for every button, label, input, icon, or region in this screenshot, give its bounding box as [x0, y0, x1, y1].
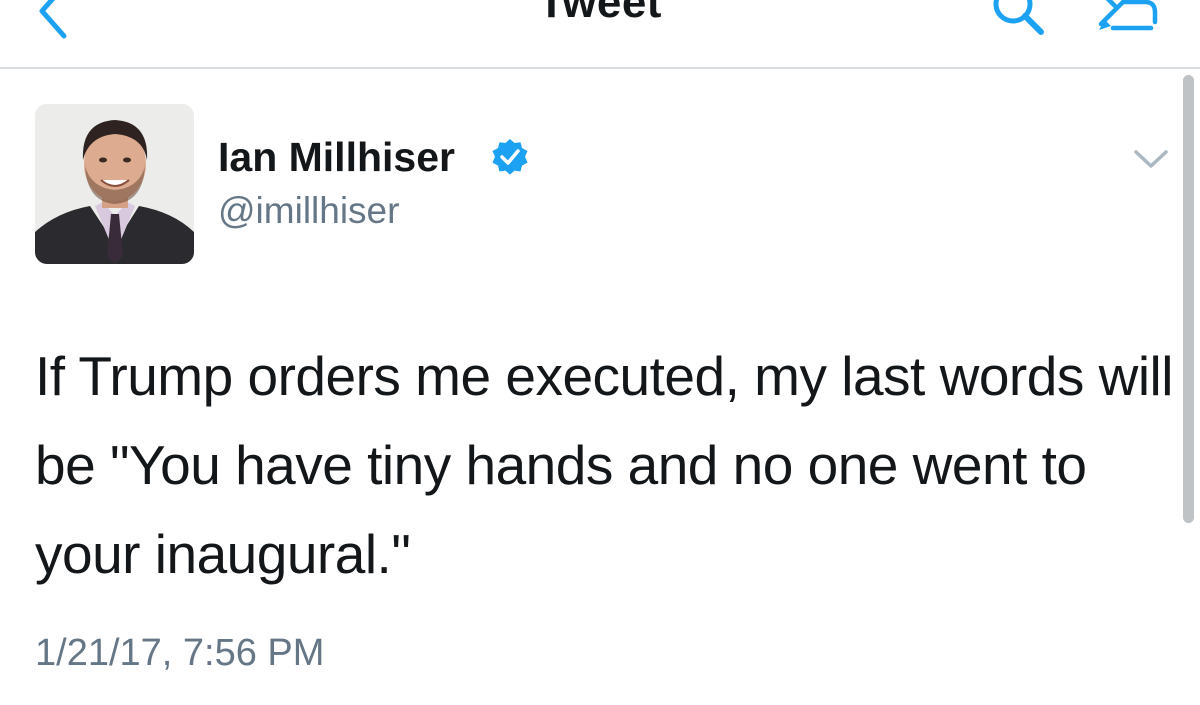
display-name[interactable]: Ian Millhiser: [218, 134, 455, 181]
chevron-down-icon: [1134, 150, 1168, 168]
search-button[interactable]: [985, 0, 1055, 42]
profile-photo: [35, 104, 194, 264]
tweet-text: If Trump orders me executed, my last wor…: [35, 345, 1173, 585]
avatar[interactable]: [35, 104, 194, 264]
tweet-timestamp: 1/21/17, 7:56 PM: [35, 632, 325, 674]
scrollbar[interactable]: [1183, 75, 1194, 523]
compose-icon: [1098, 0, 1158, 31]
tweet-options-button[interactable]: [1130, 142, 1172, 176]
compose-button[interactable]: [1085, 0, 1165, 42]
user-handle[interactable]: @imillhiser: [218, 190, 399, 232]
search-icon: [993, 0, 1044, 35]
verified-badge-icon: [490, 137, 530, 177]
navigation-bar: Tweet: [0, 0, 1200, 69]
